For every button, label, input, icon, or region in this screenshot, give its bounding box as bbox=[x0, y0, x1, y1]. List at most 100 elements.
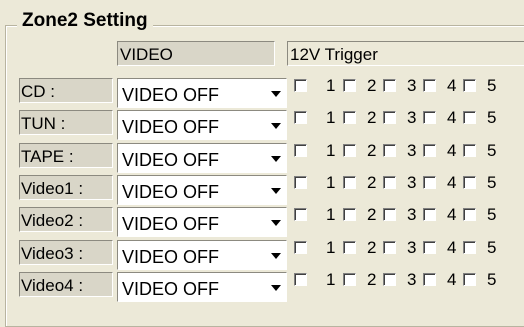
source-row: Video2 : VIDEO OFF 1 2 3 4 5 bbox=[0, 205, 524, 240]
trigger-checkbox-label: 5 bbox=[487, 270, 497, 289]
source-label: Video1 : bbox=[19, 175, 113, 200]
trigger-checkbox-label: 3 bbox=[407, 270, 417, 289]
chevron-down-icon[interactable] bbox=[266, 144, 286, 172]
source-row: Video1 : VIDEO OFF 1 2 3 4 5 bbox=[0, 173, 524, 208]
trigger-checkbox[interactable] bbox=[343, 208, 356, 221]
video-select[interactable]: VIDEO OFF bbox=[117, 240, 287, 270]
chevron-down-icon[interactable] bbox=[266, 176, 286, 204]
trigger-checkbox-label: 3 bbox=[407, 76, 417, 95]
chevron-down-icon[interactable] bbox=[266, 273, 286, 301]
trigger-checkbox-label: 4 bbox=[447, 205, 457, 224]
trigger-checkbox-label: 3 bbox=[407, 141, 417, 160]
trigger-checkbox-label: 2 bbox=[367, 76, 377, 95]
source-label: Video3 : bbox=[19, 240, 113, 265]
video-select-value: VIDEO OFF bbox=[122, 279, 220, 299]
trigger-checkbox[interactable] bbox=[383, 273, 396, 286]
trigger-checkbox-label: 1 bbox=[326, 173, 336, 192]
trigger-checkbox[interactable] bbox=[463, 273, 476, 286]
trigger-checkbox-label: 1 bbox=[326, 141, 336, 160]
source-row: CD : VIDEO OFF 1 2 3 4 5 bbox=[0, 76, 524, 111]
trigger-checkbox[interactable] bbox=[423, 273, 436, 286]
trigger-checkbox[interactable] bbox=[383, 79, 396, 92]
video-select-value: VIDEO OFF bbox=[122, 85, 220, 105]
trigger-checkbox[interactable] bbox=[423, 111, 436, 124]
video-select[interactable]: VIDEO OFF bbox=[117, 143, 287, 173]
trigger-checkbox-label: 1 bbox=[326, 238, 336, 257]
video-select[interactable]: VIDEO OFF bbox=[117, 175, 287, 205]
chevron-down-icon[interactable] bbox=[266, 208, 286, 236]
trigger-column-header: 12V Trigger bbox=[287, 41, 524, 66]
video-select-value: VIDEO OFF bbox=[122, 182, 220, 202]
source-label: TUN : bbox=[19, 110, 113, 135]
trigger-checkbox[interactable] bbox=[463, 208, 476, 221]
trigger-checkbox-label: 4 bbox=[447, 76, 457, 95]
source-label: CD : bbox=[19, 78, 113, 103]
trigger-checkbox[interactable] bbox=[294, 176, 307, 189]
trigger-checkbox-label: 5 bbox=[487, 173, 497, 192]
trigger-checkbox[interactable] bbox=[383, 111, 396, 124]
trigger-checkbox-label: 2 bbox=[367, 108, 377, 127]
chevron-down-icon[interactable] bbox=[266, 241, 286, 269]
trigger-checkbox[interactable] bbox=[383, 176, 396, 189]
video-select[interactable]: VIDEO OFF bbox=[117, 110, 287, 140]
trigger-checkbox[interactable] bbox=[383, 144, 396, 157]
source-label: TAPE : bbox=[19, 143, 113, 168]
trigger-checkbox[interactable] bbox=[383, 241, 396, 254]
trigger-checkbox[interactable] bbox=[423, 144, 436, 157]
trigger-checkbox[interactable] bbox=[383, 208, 396, 221]
video-select-value: VIDEO OFF bbox=[122, 247, 220, 267]
trigger-checkbox[interactable] bbox=[294, 79, 307, 92]
trigger-checkbox-label: 5 bbox=[487, 76, 497, 95]
video-select[interactable]: VIDEO OFF bbox=[117, 272, 287, 302]
trigger-checkbox-label: 2 bbox=[367, 173, 377, 192]
video-select-value: VIDEO OFF bbox=[122, 214, 220, 234]
trigger-checkbox[interactable] bbox=[343, 273, 356, 286]
chevron-down-icon[interactable] bbox=[266, 79, 286, 107]
trigger-checkbox-label: 3 bbox=[407, 238, 417, 257]
trigger-checkbox-label: 3 bbox=[407, 108, 417, 127]
trigger-checkbox[interactable] bbox=[343, 79, 356, 92]
trigger-checkbox-label: 1 bbox=[326, 205, 336, 224]
trigger-checkbox[interactable] bbox=[343, 241, 356, 254]
source-row: Video4 : VIDEO OFF 1 2 3 4 5 bbox=[0, 270, 524, 305]
video-select[interactable]: VIDEO OFF bbox=[117, 78, 287, 108]
trigger-checkbox[interactable] bbox=[423, 241, 436, 254]
video-select-value: VIDEO OFF bbox=[122, 117, 220, 137]
trigger-checkbox[interactable] bbox=[343, 176, 356, 189]
trigger-checkbox[interactable] bbox=[423, 208, 436, 221]
trigger-checkbox[interactable] bbox=[294, 208, 307, 221]
trigger-checkbox[interactable] bbox=[294, 144, 307, 157]
trigger-checkbox[interactable] bbox=[423, 176, 436, 189]
source-row: TAPE : VIDEO OFF 1 2 3 4 5 bbox=[0, 141, 524, 176]
trigger-checkbox-label: 4 bbox=[447, 270, 457, 289]
trigger-checkbox-label: 2 bbox=[367, 205, 377, 224]
source-row: Video3 : VIDEO OFF 1 2 3 4 5 bbox=[0, 238, 524, 273]
trigger-checkbox[interactable] bbox=[343, 144, 356, 157]
trigger-checkbox-label: 4 bbox=[447, 173, 457, 192]
trigger-checkbox[interactable] bbox=[463, 79, 476, 92]
trigger-checkbox-label: 5 bbox=[487, 238, 497, 257]
source-label: Video2 : bbox=[19, 207, 113, 232]
chevron-down-icon[interactable] bbox=[266, 111, 286, 139]
trigger-checkbox[interactable] bbox=[463, 176, 476, 189]
video-select[interactable]: VIDEO OFF bbox=[117, 207, 287, 237]
trigger-checkbox-label: 1 bbox=[326, 270, 336, 289]
trigger-checkbox-label: 5 bbox=[487, 141, 497, 160]
trigger-checkbox[interactable] bbox=[294, 273, 307, 286]
trigger-checkbox-label: 2 bbox=[367, 141, 377, 160]
trigger-checkbox-label: 2 bbox=[367, 270, 377, 289]
trigger-checkbox-label: 1 bbox=[326, 76, 336, 95]
trigger-checkbox[interactable] bbox=[294, 111, 307, 124]
trigger-checkbox[interactable] bbox=[463, 111, 476, 124]
source-row: TUN : VIDEO OFF 1 2 3 4 5 bbox=[0, 108, 524, 143]
trigger-checkbox[interactable] bbox=[343, 111, 356, 124]
trigger-checkbox-label: 3 bbox=[407, 205, 417, 224]
trigger-checkbox-label: 5 bbox=[487, 108, 497, 127]
trigger-checkbox[interactable] bbox=[463, 241, 476, 254]
trigger-checkbox[interactable] bbox=[463, 144, 476, 157]
trigger-checkbox[interactable] bbox=[423, 79, 436, 92]
trigger-checkbox-label: 2 bbox=[367, 238, 377, 257]
trigger-checkbox[interactable] bbox=[294, 241, 307, 254]
trigger-checkbox-label: 5 bbox=[487, 205, 497, 224]
trigger-checkbox-label: 3 bbox=[407, 173, 417, 192]
